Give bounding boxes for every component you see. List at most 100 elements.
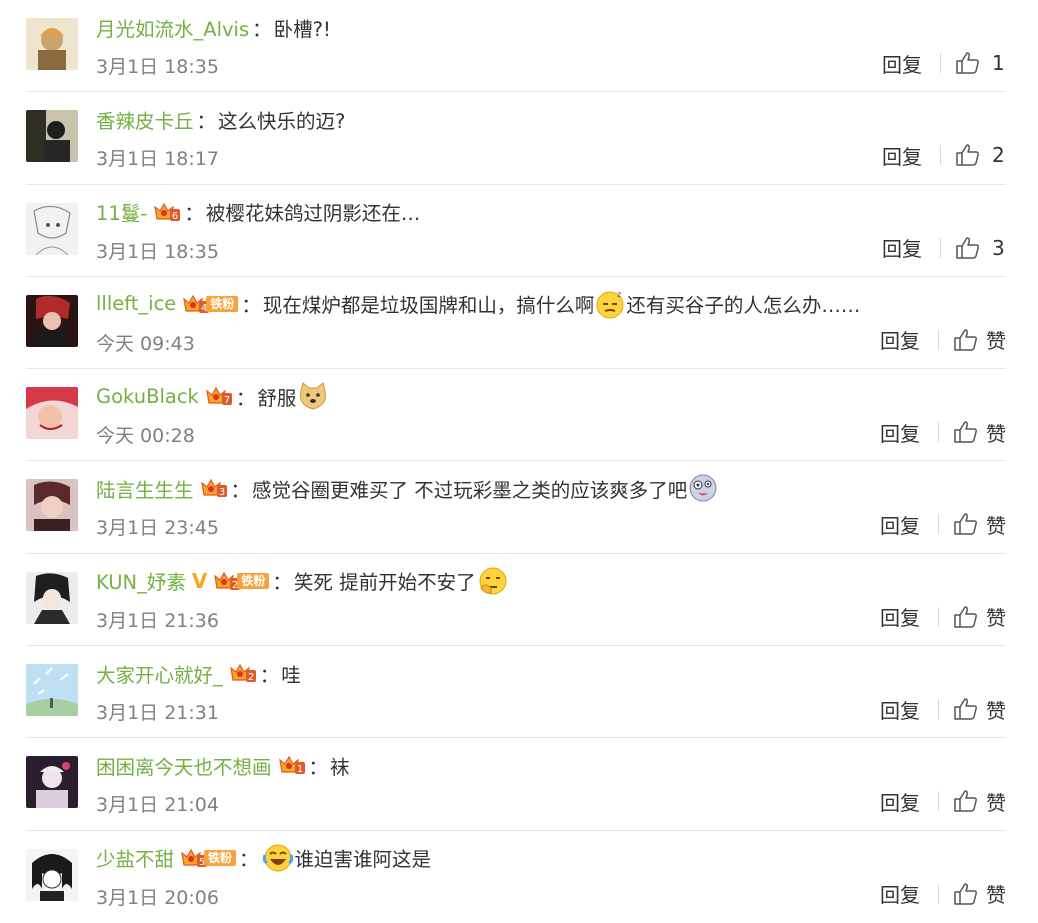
fan-badge: 铁粉 — [237, 572, 270, 589]
username-link[interactable]: 大家开心就好_ — [96, 659, 223, 688]
reply-button[interactable]: 回复 — [880, 602, 920, 631]
like-button[interactable]: 赞 — [954, 787, 1006, 816]
like-button[interactable]: 赞 — [954, 325, 1006, 354]
comment-actions: 回复 赞 — [880, 325, 1006, 355]
avatar[interactable] — [26, 664, 78, 717]
crown-badge[interactable]: 1 — [278, 754, 306, 776]
username-link[interactable]: 11鬘- — [96, 197, 147, 226]
comment-line: 香辣皮卡丘 ： 这么快乐的迈? — [96, 104, 345, 134]
thinking-emoji-icon — [477, 566, 509, 596]
colon: ： — [272, 571, 292, 595]
divider — [940, 53, 941, 73]
comment-item: 香辣皮卡丘 ： 这么快乐的迈? 3月1日 18:17 回复 2 — [26, 92, 1006, 185]
comment-actions: 回复 赞 — [880, 694, 1006, 724]
comment-text: 被樱花妹鸽过阴影还在… — [205, 202, 421, 226]
reply-button[interactable]: 回复 — [882, 233, 922, 262]
thumbs-up-icon — [954, 606, 977, 628]
comment-text: 谁迫害谁阿这是 — [294, 848, 432, 872]
thumbs-up-icon — [954, 513, 977, 536]
avatar[interactable] — [26, 571, 78, 624]
crown-badge[interactable]: 5 铁粉 — [180, 847, 237, 869]
like-button[interactable]: 赞 — [954, 510, 1006, 539]
crown-badge[interactable]: 4 铁粉 — [182, 293, 239, 315]
reply-button[interactable]: 回复 — [880, 787, 920, 816]
comment-time: 3月1日 18:17 — [96, 148, 219, 171]
avatar[interactable] — [26, 387, 78, 440]
comment-text: 哇 — [281, 663, 301, 687]
comment-item: llleft_ice 4 铁粉 ： 现在煤炉都是垃圾国牌和山，搞什么啊 z 还有… — [26, 277, 1006, 370]
reply-button[interactable]: 回复 — [880, 879, 920, 908]
doge-emoji-icon — [297, 381, 329, 411]
reply-button[interactable]: 回复 — [880, 510, 920, 539]
colon: ： — [252, 17, 272, 41]
comment-line: 陆言生生生 3 ： 感觉谷圈更难买了 不过玩彩墨之类的应该爽多了吧 — [96, 473, 719, 503]
thumbs-up-icon — [954, 698, 977, 720]
comment-text: 感觉谷圈更难买了 不过玩彩墨之类的应该爽多了吧 — [252, 478, 688, 502]
comment-text: 袜 — [330, 755, 350, 779]
username-link[interactable]: llleft_ice — [96, 292, 176, 315]
reply-button[interactable]: 回复 — [882, 141, 922, 170]
comment-item: GokuBlack 7 ： 舒服 今天 00:28 回复 赞 — [26, 369, 1006, 462]
colon: ： — [196, 109, 217, 133]
thumbs-up-icon — [954, 329, 977, 351]
comment-line: 少盐不甜 5 铁粉 ： 谁迫害谁阿这是 — [96, 843, 431, 873]
comment-item: 月光如流水_Alvis ： 卧槽?! 3月1日 18:35 回复 1 — [26, 0, 1006, 93]
like-label: 赞 — [986, 513, 1006, 538]
username-link[interactable]: KUN_妤素 — [96, 566, 186, 595]
sleepy-emoji-icon: z — [595, 289, 625, 319]
divider — [938, 883, 939, 904]
colon: ： — [184, 202, 204, 226]
like-button[interactable]: 1 — [956, 51, 1006, 75]
like-button[interactable]: 3 — [956, 236, 1006, 260]
crown-badge[interactable]: 7 — [205, 385, 233, 407]
avatar[interactable] — [26, 294, 78, 347]
username-link[interactable]: 月光如流水_Alvis — [96, 13, 249, 42]
comment-actions: 回复 赞 — [880, 417, 1006, 447]
username-link[interactable]: GokuBlack — [96, 385, 199, 408]
comment-text: 现在煤炉都是垃圾国牌和山，搞什么啊 — [262, 294, 595, 318]
like-button[interactable]: 2 — [956, 143, 1006, 167]
thumbs-up-icon — [954, 421, 977, 443]
avatar[interactable] — [26, 756, 78, 809]
colon: ： — [241, 294, 261, 318]
avatar[interactable] — [26, 110, 78, 163]
reply-button[interactable]: 回复 — [880, 418, 920, 447]
fan-badge: 铁粉 — [206, 295, 239, 312]
avatar[interactable] — [26, 202, 78, 255]
svg-text:z: z — [617, 290, 621, 299]
like-count: 1 — [992, 51, 1005, 75]
username-link[interactable]: 困困离今天也不想画 — [96, 751, 272, 780]
comment-text: 卧槽?! — [273, 17, 331, 41]
username-link[interactable]: 少盐不甜 — [96, 843, 174, 872]
colon: ： — [230, 478, 251, 502]
like-button[interactable]: 赞 — [954, 418, 1006, 447]
thumbs-up-icon — [954, 882, 977, 905]
colon: ： — [259, 663, 280, 687]
reply-button[interactable]: 回复 — [882, 49, 922, 78]
comment-time: 3月1日 18:35 — [96, 240, 219, 263]
avatar[interactable] — [26, 18, 78, 70]
reply-button[interactable]: 回复 — [880, 695, 920, 724]
comment-actions: 回复 赞 — [880, 602, 1006, 632]
divider — [940, 145, 941, 166]
reply-button[interactable]: 回复 — [880, 325, 920, 354]
like-button[interactable]: 赞 — [954, 602, 1006, 631]
comment-item: 少盐不甜 5 铁粉 ： 谁迫害谁阿这是 3月1日 20:06 回复 赞 — [26, 831, 1006, 923]
like-button[interactable]: 赞 — [954, 695, 1006, 724]
crown-badge[interactable]: 3 — [200, 477, 228, 499]
comment-actions: 回复 赞 — [880, 786, 1006, 816]
crown-badge[interactable]: 6 — [153, 201, 181, 223]
comment-time: 3月1日 18:35 — [96, 56, 219, 78]
avatar[interactable] — [26, 479, 78, 532]
comment-list: 月光如流水_Alvis ： 卧槽?! 3月1日 18:35 回复 1 香辣皮卡丘… — [26, 0, 1006, 923]
divider — [938, 329, 939, 350]
username-link[interactable]: 陆言生生生 — [96, 474, 194, 503]
crown-badge[interactable]: 2 铁粉 — [213, 570, 270, 592]
comment-line: llleft_ice 4 铁粉 ： 现在煤炉都是垃圾国牌和山，搞什么啊 z 还有… — [96, 289, 860, 319]
crown-badge[interactable]: 2 — [229, 662, 257, 684]
username-link[interactable]: 香辣皮卡丘 — [96, 105, 194, 134]
like-button[interactable]: 赞 — [954, 879, 1006, 908]
svg-text:6: 6 — [172, 211, 178, 222]
avatar[interactable] — [26, 848, 78, 901]
like-label: 赞 — [986, 790, 1006, 815]
